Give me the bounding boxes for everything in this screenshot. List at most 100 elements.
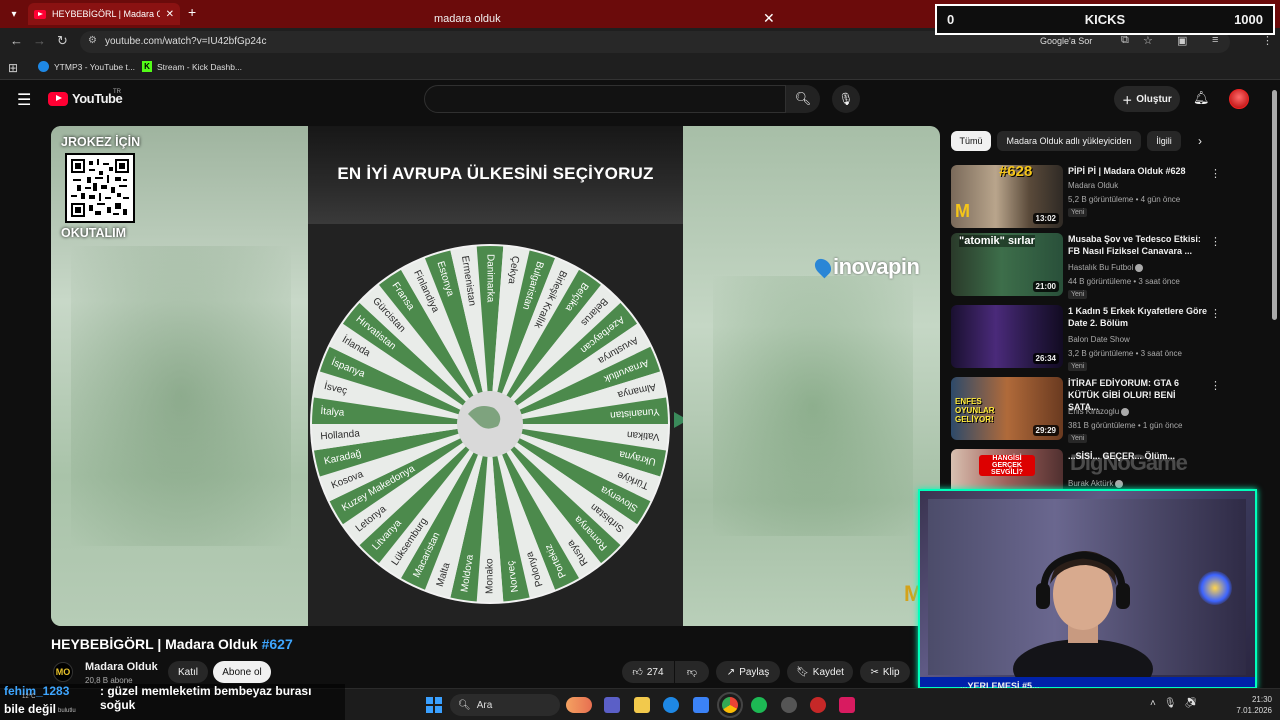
new-tab-icon[interactable]: + [188, 4, 196, 20]
apps-grid-icon[interactable]: ⊞ [8, 61, 18, 75]
channel-name[interactable]: Madara Olduk [85, 661, 158, 673]
app-icon[interactable] [839, 697, 855, 713]
recommendation-item[interactable]: 26:34 1 Kadın 5 Erkek Kıyafetlere Göre D… [951, 305, 1221, 371]
taskbar-search[interactable]: 🔍︎ Ara [450, 694, 560, 716]
verified-icon [1115, 479, 1124, 488]
kicks-label: KICKS [1084, 12, 1126, 27]
search-input[interactable] [424, 85, 786, 113]
recommendation-item[interactable]: #628 M 13:02 PİPİ Pİ | Madara Olduk #628… [951, 165, 1221, 229]
more-options-icon[interactable]: ⋮ [1210, 167, 1221, 180]
bookmark-star-icon[interactable]: ☆ [1143, 34, 1153, 47]
search-button[interactable]: 🔍︎ [786, 85, 820, 113]
windows-start-icon[interactable] [426, 697, 442, 713]
spotify-icon[interactable] [751, 697, 767, 713]
back-icon[interactable]: ← [10, 33, 23, 48]
chip-all[interactable]: Tümü [951, 131, 991, 151]
more-options-icon[interactable]: ⋮ [1210, 307, 1221, 320]
obs-icon[interactable] [781, 697, 797, 713]
edge-icon[interactable] [663, 697, 679, 713]
microphone-icon: 🎙︎ [838, 92, 854, 106]
streamer-silhouette [1013, 551, 1153, 679]
more-options-icon[interactable]: ⋮ [1210, 235, 1221, 248]
chrome-menu-icon[interactable]: ⋮ [1262, 34, 1273, 47]
dislike-button[interactable]: 👎︎ [675, 661, 709, 683]
video-thumbnail[interactable]: HANGİSİ GERÇEK SEVGİLİ? [951, 449, 1063, 489]
store-icon[interactable] [693, 697, 709, 713]
stream-chat-overlay: fehim_1283 : güzel memleketim bembeyaz b… [0, 684, 345, 720]
create-button[interactable]: ＋ Oluştur [1114, 86, 1180, 112]
ring-light-icon [1198, 571, 1232, 605]
video-thumbnail[interactable]: 26:34 [951, 305, 1063, 368]
kicks-overlay-widget: 0 KICKS 1000 [935, 4, 1275, 35]
install-icon[interactable]: ⧉ [1121, 34, 1129, 47]
clip-button[interactable]: ✂ Klip [860, 661, 910, 683]
channel-name[interactable]: Enis Kirazoglu [1068, 407, 1130, 416]
system-tray[interactable]: ˄🎙︎🔊︎ [1150, 698, 1205, 709]
kicks-current: 0 [947, 12, 955, 27]
recommendation-item[interactable]: ENFES OYUNLAR GELİYOR! 29:29 İTİRAF EDİY… [951, 377, 1221, 443]
recommendation-item[interactable]: "atomik" sırlar 21:00 Musaba Şov ve Tede… [951, 233, 1221, 299]
thumbnail-text: HANGİSİ GERÇEK SEVGİLİ? [979, 455, 1035, 476]
tab-search-icon[interactable]: ▾ [4, 4, 24, 24]
youtube-logo[interactable]: YouTube [48, 91, 123, 106]
channel-name[interactable]: Balon Date Show [1068, 335, 1130, 344]
more-options-icon[interactable]: ⋮ [1210, 379, 1221, 392]
reload-icon[interactable]: ↻ [57, 33, 68, 49]
video-title[interactable]: 1 Kadın 5 Erkek Kıyafetlere Göre Date 2.… [1068, 305, 1208, 329]
chip-from-uploader[interactable]: Madara Olduk adlı yükleyiciden [997, 131, 1141, 151]
video-meta: 5,2 B görüntüleme • 4 gün önce [1068, 195, 1181, 204]
subscribe-button[interactable]: Abone ol [213, 661, 271, 683]
wheel-country-label: Monako [485, 558, 496, 594]
url-text[interactable]: youtube.com/watch?v=IU42bfGp24c [105, 36, 266, 47]
voice-search-button[interactable]: 🎙︎ [832, 85, 860, 113]
video-title-text: HEYBEBİGÖRL | Madara Olduk [51, 636, 262, 652]
video-meta: 44 B görüntüleme • 3 saat önce [1068, 277, 1180, 286]
share-button[interactable]: ↗ Paylaş [716, 661, 780, 683]
clip-label: Klip [882, 666, 900, 678]
channel-logo-icon: M [955, 201, 970, 221]
channel-name[interactable]: Madara Olduk [1068, 181, 1118, 190]
page-scrollbar[interactable] [1272, 90, 1277, 320]
video-player[interactable]: JROKEZ İÇİN OKUTALIM EN İYİ AVRUPA ÜLKES… [51, 126, 940, 626]
video-thumbnail[interactable]: #628 M 13:02 [951, 165, 1063, 228]
reading-list-icon[interactable]: ≡ [1212, 34, 1218, 46]
video-thumbnail[interactable]: ENFES OYUNLAR GELİYOR! 29:29 [951, 377, 1063, 440]
user-avatar[interactable] [1229, 89, 1249, 109]
widgets-icon[interactable] [566, 697, 592, 713]
extensions-icon[interactable]: ▣ [1177, 34, 1187, 47]
join-button[interactable]: Katıl [168, 661, 208, 683]
save-button[interactable]: 🔖︎ Kaydet [787, 661, 853, 683]
chip-related[interactable]: İlgili [1147, 131, 1181, 151]
file-explorer-icon[interactable] [634, 697, 650, 713]
search-icon: 🔍︎ [458, 699, 471, 711]
like-button[interactable]: 👍︎ 274 [622, 661, 674, 683]
channel-name[interactable]: Hastalık Bu Futbol [1068, 263, 1144, 272]
search-query-text[interactable]: madara olduk [434, 13, 501, 25]
bookmark-kick-dashboard[interactable]: K Stream - Kick Dashb... [142, 61, 242, 72]
channel-avatar[interactable]: MO [53, 662, 73, 682]
video-hashtag[interactable]: #627 [262, 636, 293, 652]
video-duration: 13:02 [1032, 213, 1059, 224]
video-title[interactable]: PİPİ Pİ | Madara Olduk #628 [1068, 165, 1208, 177]
site-info-icon[interactable]: ⚙ [88, 35, 97, 46]
recorder-icon[interactable] [810, 697, 826, 713]
forward-icon[interactable]: → [33, 33, 46, 48]
menu-icon[interactable]: ☰ [17, 90, 31, 110]
bookmark-ytmp3[interactable]: YTMP3 - YouTube t... [38, 61, 135, 72]
video-title[interactable]: Musaba Şov ve Tedesco Etkisi: FB Nasıl F… [1068, 233, 1208, 257]
blurred-side-right [683, 126, 940, 626]
google-ask-button[interactable]: Google'a Sor [1040, 36, 1092, 46]
share-icon: ↗ [726, 666, 736, 678]
tab-youtube[interactable]: HEYBEBİGÖRL | Madara Olduk ✕ [28, 3, 180, 25]
chrome-icon[interactable] [717, 692, 743, 718]
chat-username: fehim_1283 [4, 684, 70, 698]
video-thumbnail[interactable]: "atomik" sırlar 21:00 [951, 233, 1063, 296]
teams-icon[interactable] [604, 697, 620, 713]
tab-close-icon[interactable]: ✕ [166, 9, 174, 20]
chat-message-continued: bile değil [4, 702, 57, 716]
chevron-right-icon[interactable]: › [1198, 134, 1202, 148]
notifications-bell-icon[interactable]: 🔔︎ [1193, 90, 1210, 106]
channel-name[interactable]: Burak Aktürk [1068, 479, 1124, 488]
taskbar-clock[interactable]: 21:30 7.01.2026 [1236, 694, 1272, 716]
clear-search-icon[interactable]: ✕ [763, 10, 775, 27]
